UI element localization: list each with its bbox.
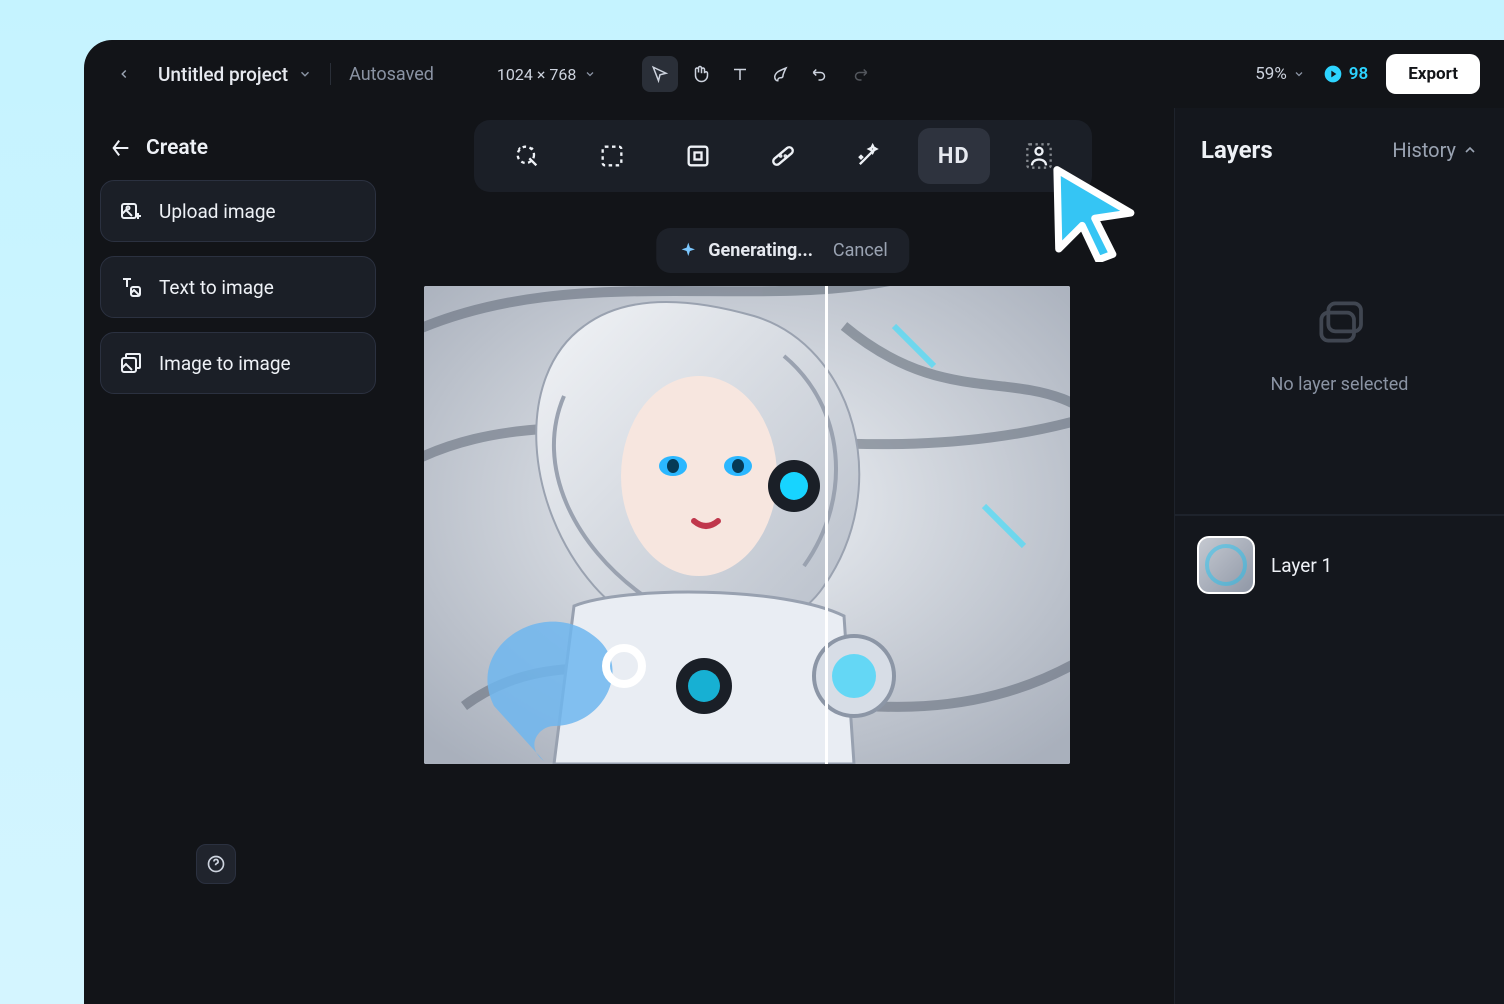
ai-paint-tool[interactable]: [491, 128, 563, 184]
dimensions-text: 1024 × 768: [497, 65, 576, 84]
expand-icon: [684, 142, 712, 170]
redo-button[interactable]: [842, 56, 878, 92]
generating-label: Generating...: [708, 240, 813, 261]
text-tool[interactable]: [722, 56, 758, 92]
topbar: Untitled project Autosaved 1024 × 768: [84, 40, 1504, 108]
tool-group: [642, 56, 878, 92]
layer-row[interactable]: Layer 1: [1197, 536, 1482, 594]
back-button[interactable]: [108, 58, 140, 90]
crop-tool[interactable]: [576, 128, 648, 184]
chevron-down-icon: [584, 68, 596, 80]
crop-icon: [598, 142, 626, 170]
layers-tab[interactable]: Layers: [1201, 136, 1273, 164]
project-title[interactable]: Untitled project: [158, 63, 312, 86]
magic-tool[interactable]: [832, 128, 904, 184]
canvas-image[interactable]: [424, 286, 1070, 764]
help-button[interactable]: [196, 844, 236, 884]
expand-tool[interactable]: [662, 128, 734, 184]
main: Create Upload image Text to image Image …: [84, 108, 1504, 1004]
text-to-image-label: Text to image: [159, 276, 274, 299]
brush-tool[interactable]: [762, 56, 798, 92]
history-label: History: [1392, 138, 1456, 162]
spark-icon: [678, 241, 698, 261]
image-to-image-label: Image to image: [159, 352, 291, 375]
layers-empty-state: No layer selected: [1175, 174, 1504, 514]
history-tab[interactable]: History: [1392, 138, 1478, 162]
app-window: Untitled project Autosaved 1024 × 768: [84, 40, 1504, 1004]
cursor-icon: [651, 65, 669, 83]
text-to-image-card[interactable]: Text to image: [100, 256, 376, 318]
hd-label: HD: [938, 144, 970, 169]
hand-tool[interactable]: [682, 56, 718, 92]
topbar-right: 59% 98 Export: [1255, 54, 1480, 94]
create-header-text: Create: [146, 136, 208, 160]
layers-empty-icon: [1312, 294, 1368, 350]
undo-button[interactable]: [802, 56, 838, 92]
back-arrow-icon: [110, 137, 132, 159]
canvas-dimensions[interactable]: 1024 × 768: [497, 65, 596, 84]
upload-image-icon: [119, 199, 143, 223]
credits-chip[interactable]: 98: [1323, 64, 1368, 84]
help-icon: [206, 854, 226, 874]
bandage-icon: [769, 142, 797, 170]
chevron-up-icon: [1462, 142, 1478, 158]
layer-thumbnail: [1197, 536, 1255, 594]
layer-name: Layer 1: [1271, 554, 1332, 577]
project-title-text: Untitled project: [158, 63, 288, 86]
canvas-area: HD Generating... Cancel: [392, 108, 1174, 1004]
chevron-down-icon: [1293, 68, 1305, 80]
layers-empty-text: No layer selected: [1271, 374, 1409, 395]
image-to-image-card[interactable]: Image to image: [100, 332, 376, 394]
brush-icon: [771, 65, 789, 83]
demo-cursor-icon: [1048, 162, 1138, 262]
chevron-left-icon: [117, 67, 131, 81]
right-panel-header: Layers History: [1175, 108, 1504, 174]
zoom-value: 59%: [1255, 64, 1287, 84]
layers-list: Layer 1: [1175, 514, 1504, 614]
credits-icon: [1323, 64, 1343, 84]
zoom-control[interactable]: 59%: [1255, 64, 1305, 84]
redo-icon: [851, 65, 869, 83]
image-to-image-icon: [119, 351, 143, 375]
text-icon: [731, 65, 749, 83]
generating-status: Generating... Cancel: [656, 228, 909, 273]
select-tool[interactable]: [642, 56, 678, 92]
tool-ribbon: HD: [474, 120, 1092, 192]
autosave-status: Autosaved: [349, 64, 434, 85]
upload-image-label: Upload image: [159, 200, 276, 223]
chevron-down-icon: [298, 67, 312, 81]
export-button[interactable]: Export: [1386, 54, 1480, 94]
hand-icon: [691, 65, 709, 83]
magic-wand-icon: [854, 142, 882, 170]
export-label: Export: [1408, 64, 1458, 84]
create-header[interactable]: Create: [100, 126, 376, 180]
right-panel: Layers History No layer selected Layer 1: [1174, 108, 1504, 1004]
undo-icon: [811, 65, 829, 83]
generating-label-wrap: Generating...: [678, 240, 813, 261]
hd-upscale-tool[interactable]: HD: [918, 128, 990, 184]
sidebar: Create Upload image Text to image Image …: [84, 108, 392, 1004]
credits-value: 98: [1349, 64, 1368, 84]
heal-tool[interactable]: [747, 128, 819, 184]
divider: [330, 63, 331, 85]
ai-paint-icon: [513, 142, 541, 170]
artwork-illustration: [424, 286, 1070, 764]
upload-image-card[interactable]: Upload image: [100, 180, 376, 242]
cancel-button[interactable]: Cancel: [833, 240, 888, 261]
text-to-image-icon: [119, 275, 143, 299]
